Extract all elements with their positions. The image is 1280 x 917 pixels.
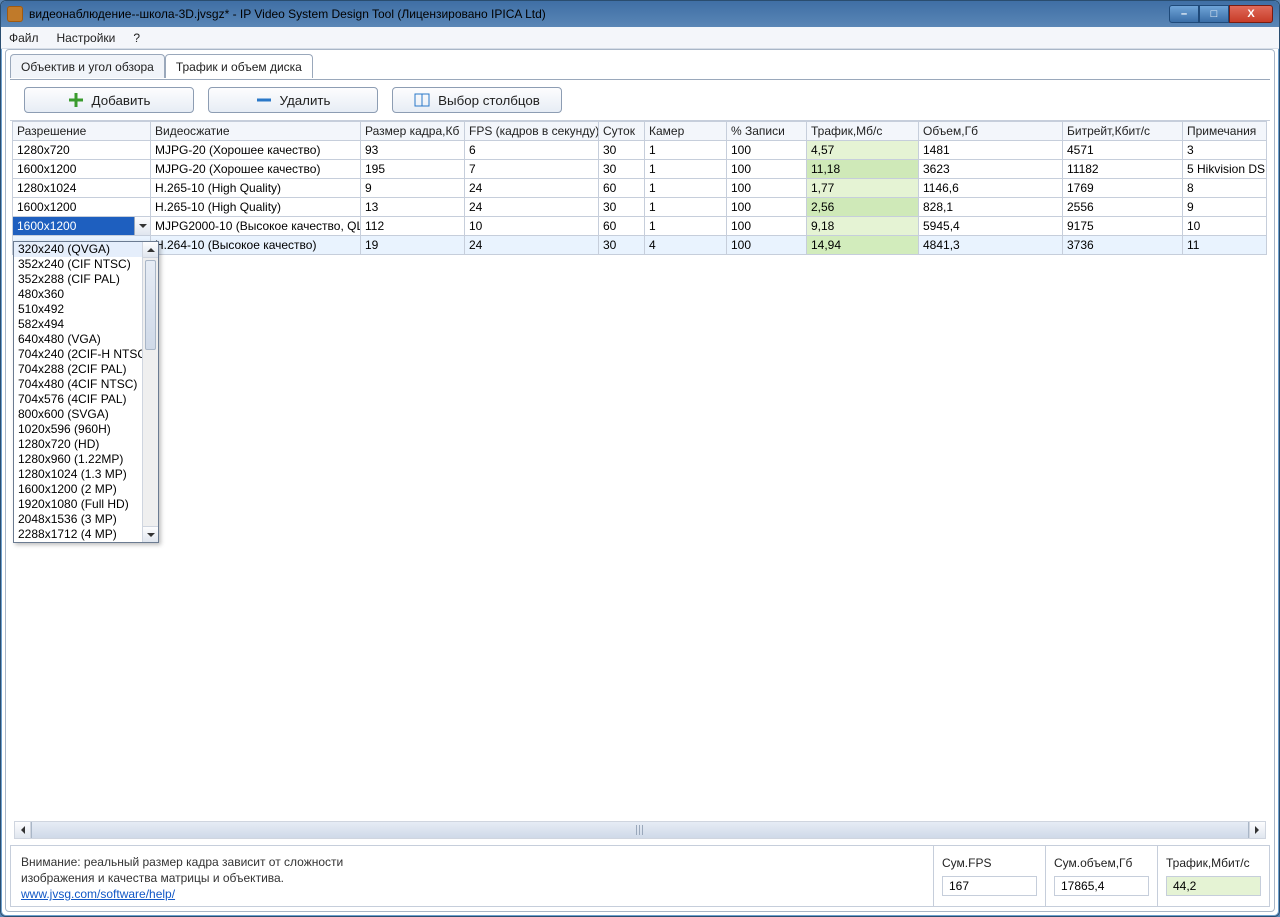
tab-lens[interactable]: Объектив и угол обзора bbox=[10, 54, 165, 78]
table-row[interactable]: H.264-10 (Высокое качество)192430410014,… bbox=[13, 236, 1267, 255]
dropdown-item[interactable]: 320x240 (QVGA) bbox=[14, 242, 158, 257]
table-row[interactable]: 1600x1200MJPG2000-10 (Высокое качество, … bbox=[13, 217, 1267, 236]
tab-traffic[interactable]: Трафик и объем диска bbox=[165, 54, 313, 78]
dropdown-item[interactable]: 704x240 (2CIF-H NTSC) bbox=[14, 347, 158, 362]
add-button[interactable]: Добавить bbox=[24, 87, 194, 113]
dropdown-item[interactable]: 1920x1080 (Full HD) bbox=[14, 497, 158, 512]
minimize-button[interactable]: – bbox=[1169, 5, 1199, 23]
col-c8[interactable]: Объем,Гб bbox=[919, 122, 1063, 141]
help-link[interactable]: www.jvsg.com/software/help/ bbox=[21, 887, 175, 901]
dropdown-item[interactable]: 640x480 (VGA) bbox=[14, 332, 158, 347]
scroll-up-icon[interactable] bbox=[143, 242, 158, 258]
columns-button[interactable]: Выбор столбцов bbox=[392, 87, 562, 113]
menu-help[interactable]: ? bbox=[133, 31, 140, 45]
menu-settings[interactable]: Настройки bbox=[57, 31, 116, 45]
dropdown-scrollbar[interactable] bbox=[142, 242, 158, 542]
app-window: видеонаблюдение--школа-3D.jvsgz* - IP Vi… bbox=[0, 0, 1280, 917]
dropdown-item[interactable]: 480x360 bbox=[14, 287, 158, 302]
sum-size: Сум.объем,Гб 17865,4 bbox=[1045, 846, 1157, 906]
col-c3[interactable]: FPS (кадров в секунду) bbox=[465, 122, 599, 141]
dropdown-item[interactable]: 510x492 bbox=[14, 302, 158, 317]
columns-icon bbox=[414, 92, 430, 108]
dropdown-item[interactable]: 704x480 (4CIF NTSC) bbox=[14, 377, 158, 392]
dropdown-item[interactable]: 582x494 bbox=[14, 317, 158, 332]
hscroll-thumb[interactable] bbox=[31, 822, 1249, 838]
dropdown-item[interactable]: 1020x596 (960H) bbox=[14, 422, 158, 437]
resolution-select-value[interactable]: 1600x1200 bbox=[13, 217, 134, 235]
table-row[interactable]: 1280x1024H.265-10 (High Quality)92460110… bbox=[13, 179, 1267, 198]
dropdown-item[interactable]: 352x240 (CIF NTSC) bbox=[14, 257, 158, 272]
sum-fps: Сум.FPS 167 bbox=[933, 846, 1045, 906]
footer-note: Внимание: реальный размер кадра зависит … bbox=[11, 846, 441, 906]
horizontal-scrollbar[interactable] bbox=[14, 821, 1266, 839]
titlebar[interactable]: видеонаблюдение--школа-3D.jvsgz* - IP Vi… bbox=[1, 1, 1279, 27]
dropdown-item[interactable]: 1280x720 (HD) bbox=[14, 437, 158, 452]
resolution-dropdown-list[interactable]: 320x240 (QVGA)352x240 (CIF NTSC)352x288 … bbox=[13, 241, 159, 543]
dropdown-item[interactable]: 1280x960 (1.22MP) bbox=[14, 452, 158, 467]
tabstrip: Объектив и угол обзора Трафик и объем ди… bbox=[10, 54, 1270, 80]
dropdown-item[interactable]: 704x576 (4CIF PAL) bbox=[14, 392, 158, 407]
chevron-down-icon[interactable] bbox=[134, 217, 150, 235]
col-c4[interactable]: Суток bbox=[599, 122, 645, 141]
col-c9[interactable]: Битрейт,Кбит/с bbox=[1063, 122, 1183, 141]
minus-icon bbox=[256, 92, 272, 108]
dropdown-item[interactable]: 2288x1712 (4 MP) bbox=[14, 527, 158, 542]
dropdown-item[interactable]: 704x288 (2CIF PAL) bbox=[14, 362, 158, 377]
col-c5[interactable]: Камер bbox=[645, 122, 727, 141]
col-c1[interactable]: Видеосжатие bbox=[151, 122, 361, 141]
dropdown-item[interactable]: 1280x1024 (1.3 MP) bbox=[14, 467, 158, 482]
col-c0[interactable]: Разрешение bbox=[13, 122, 151, 141]
col-c6[interactable]: % Записи bbox=[727, 122, 807, 141]
sum-traffic: Трафик,Мбит/с 44,2 bbox=[1157, 846, 1269, 906]
close-button[interactable]: X bbox=[1229, 5, 1273, 23]
scroll-down-icon[interactable] bbox=[143, 526, 158, 542]
maximize-button[interactable]: □ bbox=[1199, 5, 1229, 23]
footer: Внимание: реальный размер кадра зависит … bbox=[10, 845, 1270, 907]
app-icon bbox=[7, 6, 23, 22]
table-row[interactable]: 1600x1200MJPG-20 (Хорошее качество)19573… bbox=[13, 160, 1267, 179]
window-title: видеонаблюдение--школа-3D.jvsgz* - IP Vi… bbox=[29, 7, 1169, 21]
dropdown-item[interactable]: 1600x1200 (2 MP) bbox=[14, 482, 158, 497]
toolbar: Добавить Удалить Выбор столбцов bbox=[10, 80, 1270, 120]
table-row[interactable]: 1600x1200H.265-10 (High Quality)13243011… bbox=[13, 198, 1267, 217]
scroll-thumb[interactable] bbox=[145, 260, 156, 350]
menubar: Файл Настройки ? bbox=[1, 27, 1279, 49]
plus-icon bbox=[68, 92, 84, 108]
dropdown-item[interactable]: 800x600 (SVGA) bbox=[14, 407, 158, 422]
scroll-left-icon[interactable] bbox=[15, 822, 31, 838]
table-row[interactable]: 1280x720MJPG-20 (Хорошее качество)936301… bbox=[13, 141, 1267, 160]
delete-button[interactable]: Удалить bbox=[208, 87, 378, 113]
dropdown-item[interactable]: 2048x1536 (3 MP) bbox=[14, 512, 158, 527]
col-c10[interactable]: Примечания bbox=[1183, 122, 1267, 141]
menu-file[interactable]: Файл bbox=[9, 31, 39, 45]
col-c2[interactable]: Размер кадра,Кб bbox=[361, 122, 465, 141]
grid: РазрешениеВидеосжатиеРазмер кадра,КбFPS … bbox=[10, 120, 1270, 255]
col-c7[interactable]: Трафик,Мб/с bbox=[807, 122, 919, 141]
dropdown-item[interactable]: 352x288 (CIF PAL) bbox=[14, 272, 158, 287]
scroll-right-icon[interactable] bbox=[1249, 822, 1265, 838]
